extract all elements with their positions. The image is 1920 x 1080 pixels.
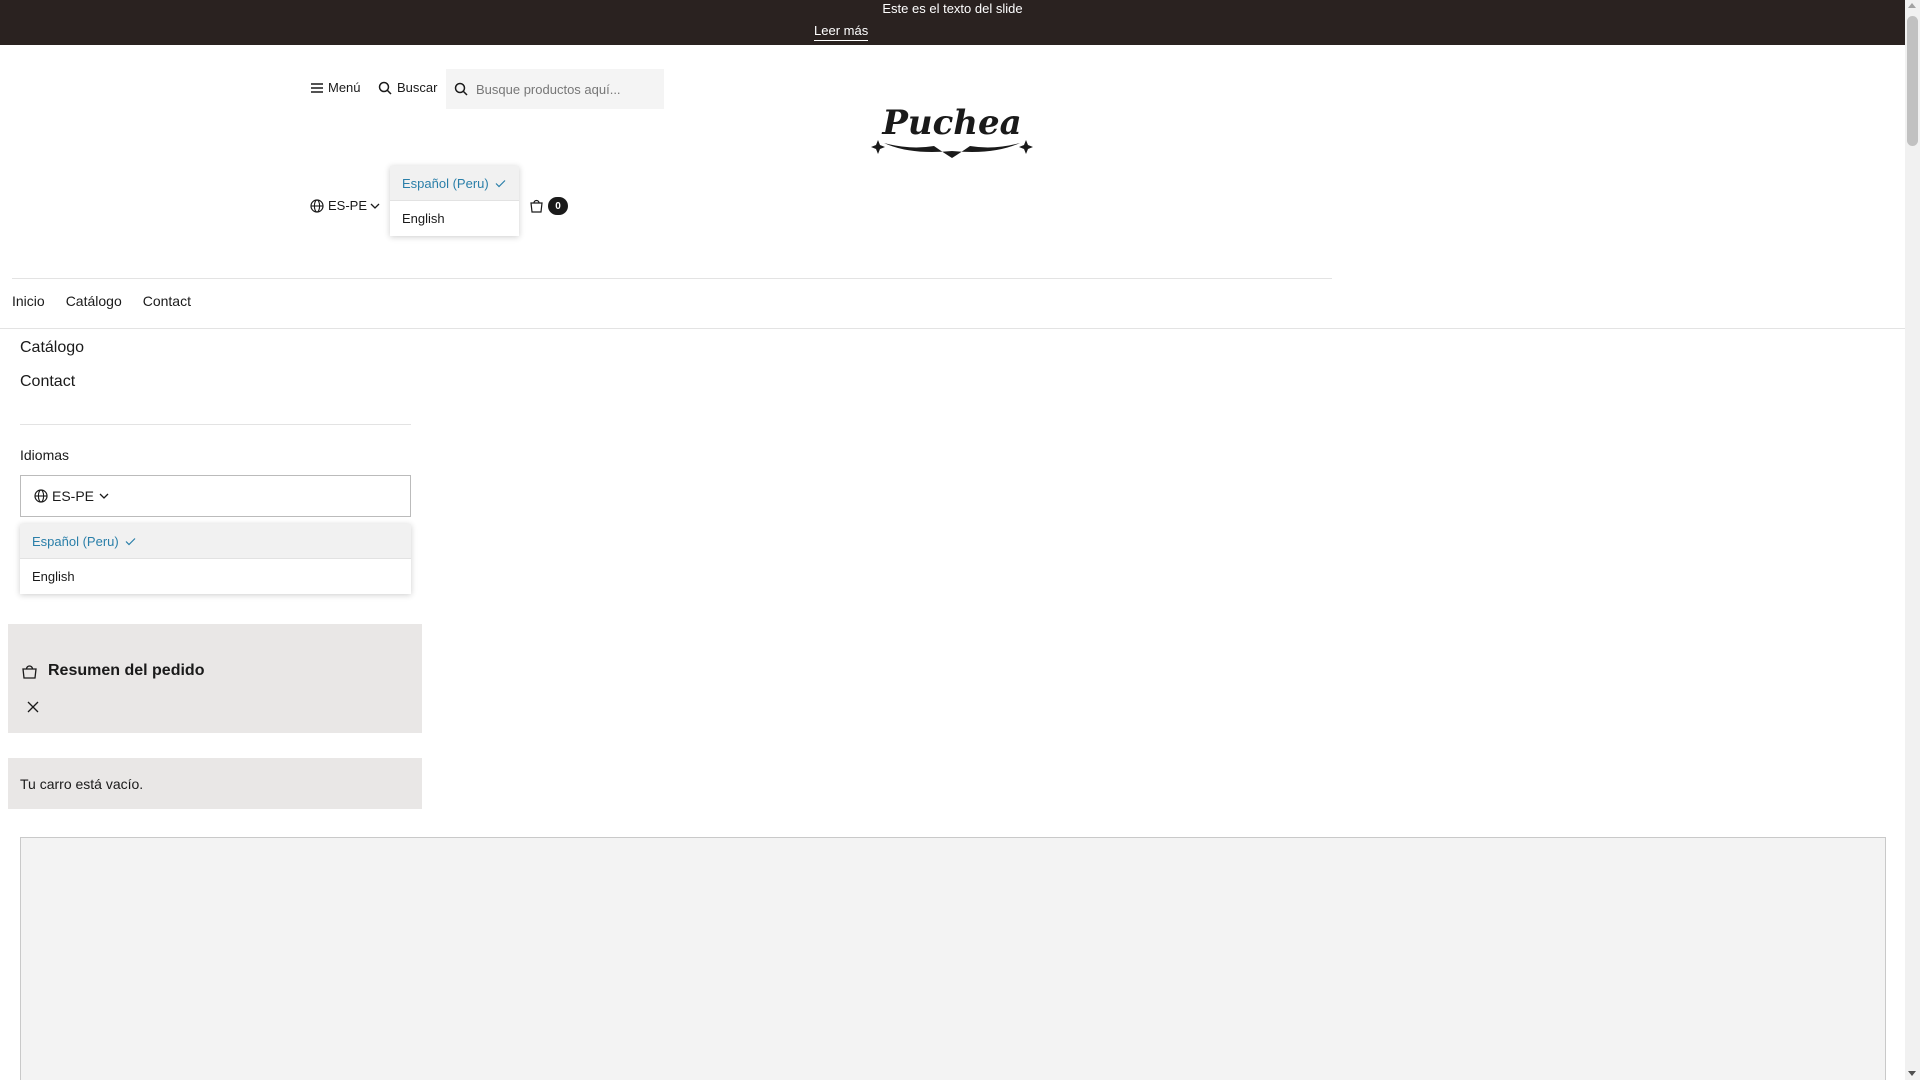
order-summary-title: Resumen del pedido bbox=[48, 662, 205, 679]
logo-text: Puchea bbox=[881, 103, 1021, 143]
search-box bbox=[446, 69, 664, 109]
check-icon bbox=[495, 179, 506, 188]
shopping-bag-icon bbox=[529, 199, 544, 213]
hamburger-icon bbox=[310, 82, 324, 94]
menu-label: Menú bbox=[328, 80, 361, 95]
cart-count-badge: 0 bbox=[548, 197, 568, 215]
language-select[interactable]: ES-PE bbox=[20, 475, 411, 517]
locale-option-es-pe[interactable]: Español (Peru) bbox=[390, 166, 519, 201]
search-icon bbox=[378, 81, 392, 95]
scroll-up-arrow-icon[interactable] bbox=[1908, 3, 1916, 8]
search-label: Buscar bbox=[397, 80, 438, 95]
menu-button[interactable]: Menú bbox=[310, 80, 361, 95]
locale-label: ES-PE bbox=[328, 198, 368, 213]
header-divider bbox=[12, 278, 1332, 279]
shopping-bag-icon bbox=[21, 664, 38, 679]
nav-item-contact[interactable]: Contact bbox=[143, 293, 191, 309]
language-option-english[interactable]: English bbox=[20, 559, 411, 594]
scrollbar[interactable] bbox=[1905, 0, 1920, 1080]
nav-divider bbox=[0, 328, 1905, 329]
scrollbar-thumb[interactable] bbox=[1907, 16, 1918, 146]
check-icon bbox=[125, 537, 136, 546]
side-menu-divider bbox=[20, 424, 411, 425]
announcement-bar: Este es el texto del slide Leer más bbox=[0, 0, 1905, 45]
search-icon[interactable] bbox=[446, 82, 476, 96]
side-link-catalogo[interactable]: Catálogo bbox=[20, 339, 84, 357]
language-dropdown: Español (Peru) English bbox=[20, 524, 411, 594]
close-icon[interactable] bbox=[26, 700, 40, 714]
chevron-down-icon bbox=[370, 202, 380, 210]
globe-icon bbox=[34, 489, 48, 503]
cart-button[interactable]: 0 bbox=[529, 197, 568, 215]
locale-selector[interactable]: ES-PE bbox=[310, 198, 380, 213]
globe-icon bbox=[310, 198, 324, 213]
language-option-es-pe[interactable]: Español (Peru) bbox=[20, 524, 411, 559]
locale-dropdown: Español (Peru) English bbox=[390, 166, 519, 236]
content-placeholder-box bbox=[20, 837, 1886, 1080]
locale-option-english[interactable]: English bbox=[390, 201, 519, 236]
nav-item-inicio[interactable]: Inicio bbox=[12, 293, 45, 309]
language-select-value: ES-PE bbox=[52, 488, 95, 504]
store-logo[interactable]: Puchea bbox=[870, 103, 1034, 163]
read-more-link[interactable]: Leer más bbox=[814, 23, 869, 41]
cart-empty-message: Tu carro está vacío. bbox=[20, 776, 144, 792]
main-nav: Inicio Catálogo Contact bbox=[12, 293, 212, 309]
announcement-text: Este es el texto del slide bbox=[882, 1, 1023, 16]
nav-item-catalogo[interactable]: Catálogo bbox=[66, 293, 122, 309]
chevron-down-icon bbox=[99, 492, 109, 500]
languages-title: Idiomas bbox=[20, 447, 70, 463]
search-button[interactable]: Buscar bbox=[378, 80, 437, 95]
side-link-contact[interactable]: Contact bbox=[20, 373, 75, 391]
scroll-down-arrow-icon[interactable] bbox=[1908, 1071, 1916, 1076]
search-input[interactable] bbox=[476, 81, 646, 97]
